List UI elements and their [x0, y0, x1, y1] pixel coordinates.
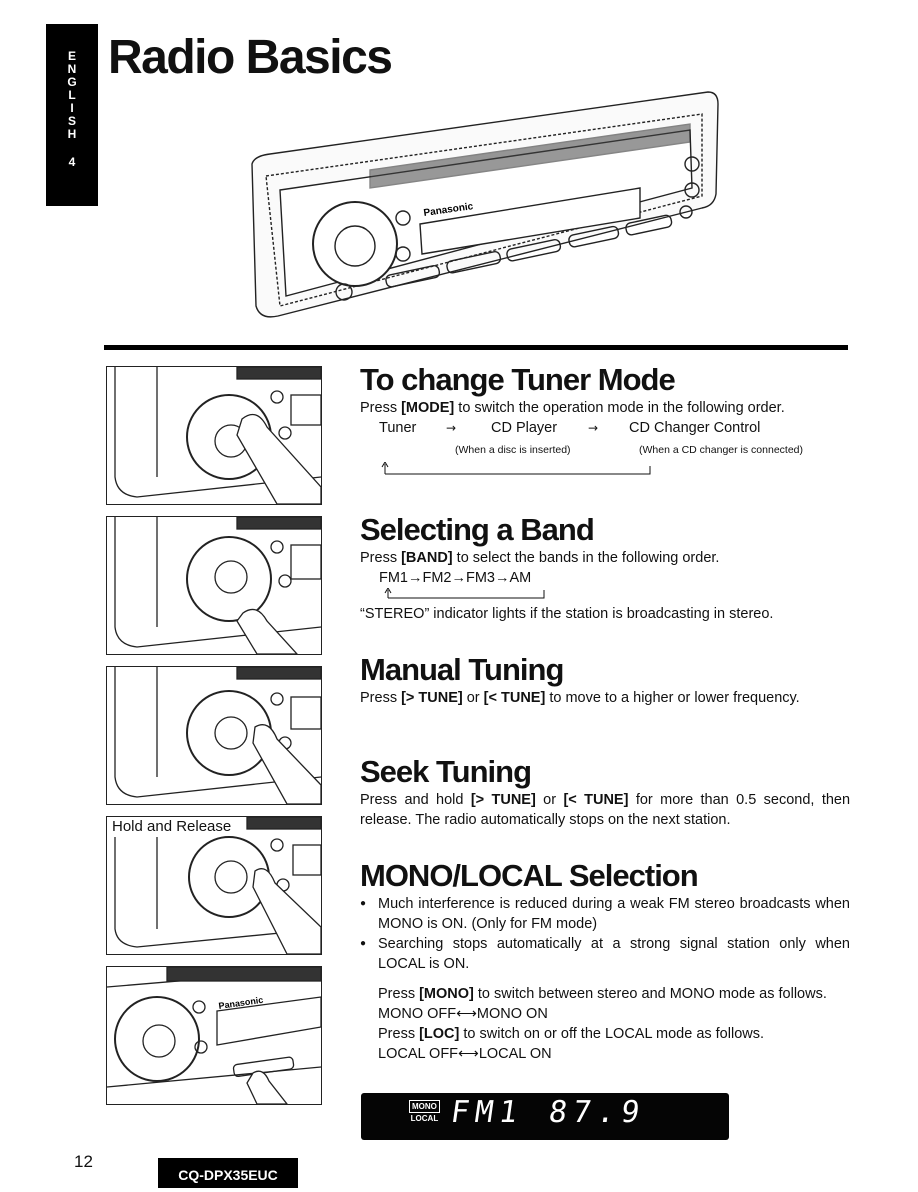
- arrow-right-icon: →: [446, 421, 457, 435]
- bullet-item: Much interference is reduced during a we…: [360, 894, 850, 934]
- photo-press-mode: [106, 366, 322, 505]
- lcd-display: MONO LOCAL FM1 87.9: [361, 1093, 729, 1140]
- note-disc: (When a disc is inserted): [455, 444, 571, 456]
- brand-logo: Panasonic: [218, 995, 264, 1011]
- frequency-readout: 87.9: [546, 1095, 648, 1130]
- button-label-loc: [LOC]: [419, 1026, 460, 1042]
- feature-bullets: Much interference is reduced during a we…: [360, 894, 850, 974]
- mode-cd-player: CD Player: [491, 420, 558, 436]
- mono-indicator: MONO: [409, 1100, 440, 1113]
- loc-instruction: Press [LOC] to switch on or off the LOCA…: [378, 1024, 850, 1044]
- arrow-right-icon: →: [588, 421, 599, 435]
- band-order: FM1→FM2→FM3→AM: [379, 570, 532, 586]
- language-tab: E N G L I S H 4: [46, 24, 98, 206]
- language-letters: E N G L I S H: [46, 24, 98, 141]
- photo-press-band: [106, 516, 322, 655]
- section-title: To change Tuner Mode: [360, 362, 676, 397]
- button-label-tune-down: [< TUNE]: [483, 690, 546, 706]
- bullet-item: Searching stops automatically at a stron…: [360, 934, 850, 974]
- hand-pressing-band-illustration: [114, 517, 321, 654]
- text: to move to a higher or lower frequency.: [545, 690, 800, 706]
- language-section-number: 4: [68, 155, 76, 169]
- mode-notes-row: (When a disc is inserted) (When a CD cha…: [360, 438, 850, 456]
- section-manual-tuning: Manual Tuning Press [> TUNE] or [< TUNE]…: [360, 652, 850, 708]
- mono-local-indicator: MONO LOCAL: [409, 1100, 440, 1124]
- mono-instruction: Press [MONO] to switch between stereo an…: [378, 984, 850, 1004]
- section-instruction: Press and hold [> TUNE] or [< TUNE] for …: [360, 790, 850, 830]
- note-changer: (When a CD changer is connected): [639, 444, 803, 456]
- local-toggle: LOCAL OFF⟷LOCAL ON: [378, 1046, 552, 1062]
- section-title: Selecting a Band: [360, 512, 595, 547]
- button-label-tune-up: [> TUNE]: [470, 792, 536, 808]
- photo-caption: Hold and Release: [110, 818, 234, 835]
- mode-order-row: Tuner → CD Player → CD Changer Control: [360, 418, 850, 438]
- stereo-note: “STEREO” indicator lights if the station…: [360, 606, 774, 622]
- text: or: [535, 792, 564, 808]
- text: Press and hold: [360, 792, 471, 808]
- section-instruction: Press [BAND] to select the bands in the …: [360, 548, 850, 568]
- local-indicator: LOCAL: [410, 1114, 439, 1123]
- section-instruction: Press [> TUNE] or [< TUNE] to move to a …: [360, 688, 850, 708]
- section-band: Selecting a Band Press [BAND] to select …: [360, 512, 850, 624]
- section-divider: [104, 345, 848, 350]
- text: or: [462, 690, 484, 706]
- button-label-mono: [MONO]: [419, 986, 474, 1002]
- button-label-tune-up: [> TUNE]: [401, 690, 463, 706]
- text: Press: [360, 690, 402, 706]
- band-readout: FM1: [448, 1095, 526, 1130]
- button-label-band: [BAND]: [401, 550, 453, 566]
- text: Press: [360, 550, 402, 566]
- page-title: Radio Basics: [108, 31, 393, 84]
- hand-pressing-scan-illustration: Panasonic: [107, 967, 321, 1104]
- section-seek-tuning: Seek Tuning Press and hold [> TUNE] or […: [360, 754, 850, 830]
- text: to switch on or off the LOCAL mode as fo…: [459, 1026, 765, 1042]
- hand-pressing-tune-illustration: [114, 667, 321, 804]
- hand-hold-release-illustration: [114, 817, 321, 954]
- mono-local-instructions: Press [MONO] to switch between stereo an…: [360, 984, 850, 1064]
- text: to switch the operation mode in the foll…: [454, 400, 785, 416]
- button-label-mode: [MODE]: [401, 400, 455, 416]
- text: to select the bands in the following ord…: [452, 550, 720, 566]
- mono-toggle: MONO OFF⟷MONO ON: [378, 1006, 548, 1022]
- section-mono-local: MONO/LOCAL Selection Much interference i…: [360, 858, 850, 1064]
- photo-hold-release: Hold and Release: [106, 816, 322, 955]
- loop-back-arrow-icon: [381, 462, 651, 475]
- photo-press-tune: [106, 666, 322, 805]
- section-tuner-mode: To change Tuner Mode Press [MODE] to swi…: [360, 362, 850, 475]
- section-instruction: Press [MODE] to switch the operation mod…: [360, 398, 850, 418]
- language-letter: H: [67, 127, 77, 141]
- mode-tuner: Tuner: [379, 420, 417, 436]
- car-stereo-illustration: Panasonic: [251, 91, 719, 318]
- section-title: Seek Tuning: [360, 754, 532, 789]
- mode-cd-changer: CD Changer Control: [629, 420, 761, 436]
- loop-back-arrow-icon: [384, 588, 545, 599]
- button-label-tune-down: [< TUNE]: [563, 792, 629, 808]
- section-title: Manual Tuning: [360, 652, 564, 687]
- photo-press-scan: Panasonic: [106, 966, 322, 1105]
- text: Press: [360, 400, 402, 416]
- page-number: 12: [74, 1152, 93, 1171]
- text: Press: [378, 986, 420, 1002]
- section-title: MONO/LOCAL Selection: [360, 858, 699, 893]
- text: to switch between stereo and MONO mode a…: [473, 986, 827, 1002]
- text: Press: [378, 1026, 420, 1042]
- hand-pressing-mode-illustration: [114, 367, 321, 504]
- model-number: CQ-DPX35EUC: [158, 1158, 298, 1188]
